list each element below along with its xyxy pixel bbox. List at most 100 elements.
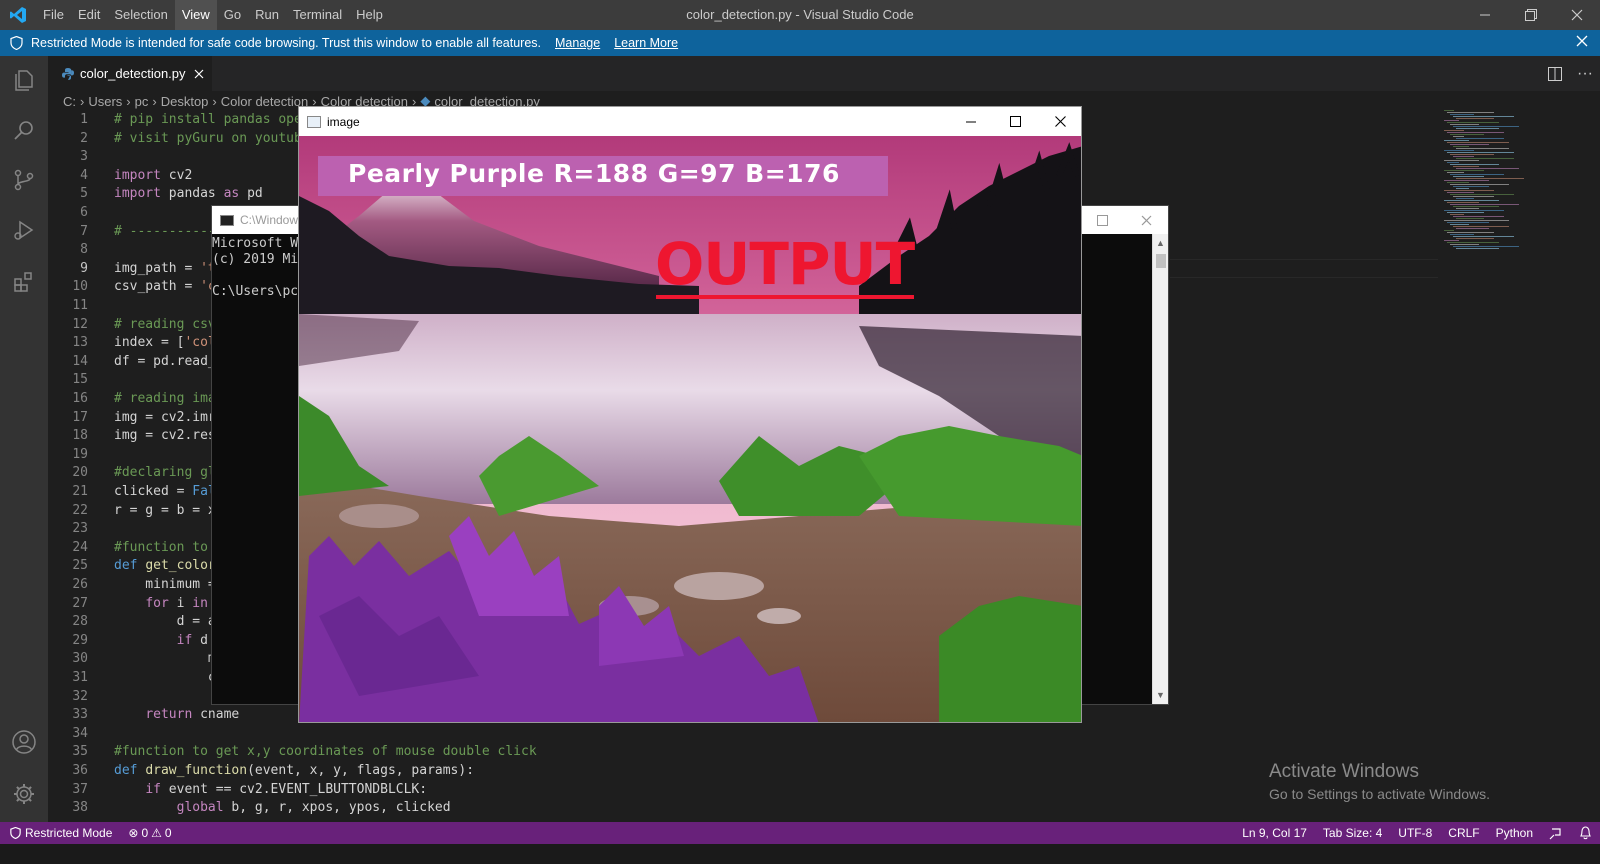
restore-button[interactable]	[1508, 0, 1554, 30]
line-number: 7	[80, 223, 88, 239]
title-bar: File Edit Selection View Go Run Terminal…	[0, 0, 1600, 30]
menu-view[interactable]: View	[174, 0, 217, 30]
menu-file[interactable]: File	[36, 0, 71, 30]
banner-close-icon[interactable]	[1576, 35, 1588, 50]
manage-gear-icon[interactable]	[0, 770, 48, 818]
run-debug-icon[interactable]	[0, 206, 48, 254]
code-text: import pandas as pd	[114, 186, 263, 202]
minimap-line	[1456, 118, 1494, 119]
minimap-line	[1444, 130, 1464, 131]
minimap-line	[1447, 152, 1514, 153]
image-window[interactable]: image Pearly Purple R=188 G=97 B=176 OUT…	[298, 106, 1082, 723]
shield-icon	[10, 827, 21, 839]
line-number: 31	[72, 670, 88, 685]
code-text: img = cv2.res	[114, 428, 216, 444]
encoding[interactable]: UTF-8	[1390, 822, 1440, 844]
minimap-line	[1456, 138, 1504, 139]
minimap-line	[1447, 242, 1499, 243]
code-text: # visit pyGuru on youtube	[114, 130, 310, 146]
error-icon: ⊗	[128, 826, 139, 840]
chevron-right-icon: ›	[126, 93, 131, 109]
watermark-subtitle: Go to Settings to activate Windows.	[1269, 786, 1490, 802]
scroll-down-icon[interactable]: ▼	[1156, 690, 1165, 700]
breadcrumb-item[interactable]: C:	[63, 94, 76, 109]
line-number: 1	[80, 112, 88, 127]
line-number: 19	[72, 446, 88, 462]
notifications-bell-icon[interactable]	[1571, 822, 1600, 844]
breadcrumb-item[interactable]: Color detection	[221, 94, 308, 109]
feedback-icon[interactable]	[1541, 822, 1571, 844]
restricted-mode-status[interactable]: Restricted Mode	[0, 822, 121, 844]
console-title: C:\Window	[240, 213, 299, 227]
image-window-title-bar[interactable]: image	[299, 107, 1081, 136]
code-text: df = pd.read_	[114, 353, 216, 369]
scroll-up-icon[interactable]: ▲	[1156, 238, 1165, 248]
editor-scrollbar[interactable]	[1550, 91, 1564, 822]
image-window-title: image	[327, 114, 360, 129]
line-number: 25	[72, 558, 88, 574]
menu-terminal[interactable]: Terminal	[286, 0, 349, 30]
minimap-line	[1444, 120, 1459, 121]
line-number: 2	[80, 130, 88, 146]
image-window-controls	[948, 107, 1081, 136]
output-underline	[656, 295, 914, 299]
language-mode[interactable]: Python	[1488, 822, 1541, 844]
problems-status[interactable]: ⊗ 0 ⚠ 0	[120, 822, 179, 844]
minimap-line	[1447, 212, 1484, 213]
manage-link[interactable]: Manage	[555, 36, 600, 50]
tab-label: color_detection.py	[80, 66, 186, 81]
code-text: if event == cv2.EVENT_LBUTTONDBLCLK:	[145, 781, 428, 797]
learn-more-link[interactable]: Learn More	[614, 36, 678, 50]
scroll-thumb[interactable]	[1156, 254, 1166, 268]
breadcrumb-item[interactable]: Users	[88, 94, 122, 109]
minimap-line	[1450, 144, 1489, 145]
code-text: m	[114, 651, 216, 667]
detected-color-label: Pearly Purple R=188 G=97 B=176	[348, 159, 840, 188]
close-window-button[interactable]	[1554, 0, 1600, 30]
tab-color-detection[interactable]: color_detection.py	[48, 56, 212, 91]
minimap-line	[1447, 132, 1504, 133]
split-editor-icon[interactable]	[1540, 66, 1570, 81]
restricted-mode-label: Restricted Mode	[25, 826, 113, 840]
line-number: 8	[80, 242, 88, 258]
extensions-icon[interactable]	[0, 258, 48, 306]
menu-edit[interactable]: Edit	[71, 0, 107, 30]
code-text: for i in	[145, 595, 208, 611]
console-maximize-button[interactable]	[1080, 206, 1124, 234]
shield-icon	[10, 36, 23, 50]
line-ending[interactable]: CRLF	[1440, 822, 1487, 844]
breadcrumb-item[interactable]: pc	[135, 94, 149, 109]
tab-close-icon[interactable]	[194, 69, 204, 79]
menu-help[interactable]: Help	[349, 0, 390, 30]
line-number: 29	[72, 632, 88, 648]
landscape-image[interactable]: Pearly Purple R=188 G=97 B=176 OUTPUT	[299, 136, 1081, 722]
console-close-button[interactable]	[1124, 206, 1168, 234]
image-maximize-button[interactable]	[993, 107, 1038, 136]
cursor-position[interactable]: Ln 9, Col 17	[1234, 822, 1315, 844]
accounts-icon[interactable]	[0, 718, 48, 766]
source-control-icon[interactable]	[0, 156, 48, 204]
breadcrumb-item[interactable]: Desktop	[161, 94, 209, 109]
tab-size[interactable]: Tab Size: 4	[1315, 822, 1390, 844]
code-text: index = ['col	[114, 335, 216, 351]
minimap-line	[1453, 196, 1494, 197]
menu-selection[interactable]: Selection	[107, 0, 174, 30]
explorer-icon[interactable]	[0, 56, 48, 104]
line-number: 12	[72, 316, 88, 332]
more-actions-icon[interactable]: ···	[1570, 65, 1600, 83]
minimap-line	[1447, 162, 1459, 163]
console-scrollbar[interactable]: ▲ ▼	[1152, 234, 1168, 704]
image-minimize-button[interactable]	[948, 107, 993, 136]
menu-run[interactable]: Run	[248, 0, 286, 30]
code-text: img_path = 't	[114, 260, 216, 276]
line-number: 20	[72, 465, 88, 481]
minimap-line	[1444, 210, 1504, 211]
minimap[interactable]	[1440, 110, 1550, 250]
line-number: 11	[72, 298, 88, 313]
menu-go[interactable]: Go	[217, 0, 248, 30]
minimap-line	[1450, 204, 1519, 205]
search-icon[interactable]	[0, 106, 48, 154]
image-close-button[interactable]	[1038, 107, 1081, 136]
minimize-button[interactable]	[1462, 0, 1508, 30]
minimap-line	[1450, 224, 1469, 225]
